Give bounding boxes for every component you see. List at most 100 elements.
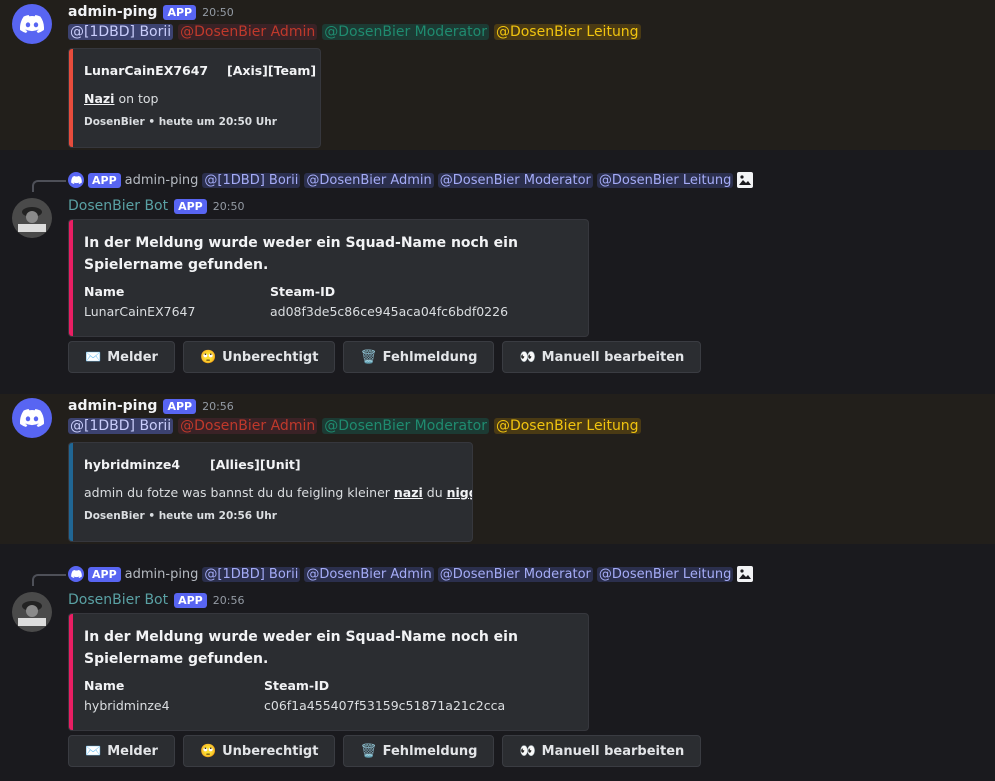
message-report-2: admin-ping APP 20:56 @[1DBD] Borii @Dose…: [0, 394, 995, 544]
embed-color-bar: [69, 49, 73, 147]
reply-mention-leitung: @DosenBier Leitung: [596, 566, 734, 582]
embed-title: In der Meldung wurde weder ein Squad-Nam…: [84, 235, 518, 273]
unberechtigt-button[interactable]: 🙄 Unberechtigt: [182, 735, 336, 767]
desc-mid: du: [422, 485, 447, 500]
app-badge: APP: [174, 198, 207, 214]
field-name-label: Name: [84, 678, 125, 693]
username[interactable]: DosenBier Bot: [68, 198, 168, 214]
field-steamid-label: Steam-ID: [264, 678, 330, 693]
app-badge: APP: [163, 4, 197, 20]
embed-color-bar: [69, 220, 73, 336]
trash-icon: 🗑️: [360, 349, 377, 365]
bot-avatar-icon: [12, 592, 52, 632]
button-label: Manuell bearbeiten: [541, 743, 685, 759]
bot-avatar-icon: [12, 198, 52, 238]
mention-admin[interactable]: @DosenBier Admin: [178, 24, 318, 40]
fehlmeldung-button[interactable]: 🗑️ Fehlmeldung: [343, 735, 495, 767]
bot-embed: In der Meldung wurde weder ein Squad-Nam…: [68, 613, 589, 731]
report-description: admin du fotze was bannst du du feigling…: [84, 485, 472, 500]
mention-borii[interactable]: @[1DBD] Borii: [68, 418, 174, 434]
eyes-icon: 👀: [519, 743, 536, 759]
reply-username: admin-ping: [124, 172, 199, 188]
reply-connector: [32, 574, 66, 586]
manuell-bearbeiten-button[interactable]: 👀 Manuell bearbeiten: [502, 735, 702, 767]
trash-icon: 🗑️: [360, 743, 377, 759]
reply-app-badge: APP: [88, 566, 121, 582]
discord-logo-icon: [20, 409, 44, 427]
username[interactable]: admin-ping: [68, 4, 157, 20]
desc-bold-2: nigger: [446, 485, 472, 500]
envelope-icon: ✉️: [85, 349, 102, 365]
action-buttons: ✉️ Melder 🙄 Unberechtigt 🗑️ Fehlmeldung 👀 Ma…: [68, 341, 702, 373]
timestamp[interactable]: 20:56: [213, 594, 245, 607]
username[interactable]: admin-ping: [68, 398, 157, 414]
discord-mini-icon: [68, 172, 84, 188]
embed-footer: DosenBier • heute um 20:50 Uhr: [84, 116, 277, 128]
reply-username: admin-ping: [124, 566, 199, 582]
mention-moderator[interactable]: @DosenBier Moderator: [322, 418, 489, 434]
message-header: admin-ping APP 20:56: [68, 398, 234, 414]
message-bot-1: APP admin-ping @[1DBD] Borii @DosenBier …: [0, 150, 995, 394]
timestamp[interactable]: 20:50: [202, 6, 234, 19]
reply-mention-moderator: @DosenBier Moderator: [437, 172, 593, 188]
mention-leitung[interactable]: @DosenBier Leitung: [493, 24, 641, 40]
manuell-bearbeiten-button[interactable]: 👀 Manuell bearbeiten: [502, 341, 702, 373]
embed-color-bar: [69, 614, 73, 730]
button-label: Fehlmeldung: [382, 743, 478, 759]
eye-roll-icon: 🙄: [199, 743, 217, 759]
app-badge: APP: [174, 592, 207, 608]
bot-avatar[interactable]: [12, 198, 52, 238]
melder-button[interactable]: ✉️ Melder: [68, 341, 175, 373]
mention-leitung[interactable]: @DosenBier Leitung: [493, 418, 641, 434]
discord-mini-icon: [68, 566, 84, 582]
mentions-row: @[1DBD] Borii @DosenBier Admin @DosenBie…: [68, 24, 641, 40]
melder-button[interactable]: ✉️ Melder: [68, 735, 175, 767]
mentions-row: @[1DBD] Borii @DosenBier Admin @DosenBie…: [68, 418, 641, 434]
reply-preview[interactable]: APP admin-ping @[1DBD] Borii @DosenBier …: [68, 172, 754, 188]
reply-connector: [32, 180, 66, 192]
reply-preview[interactable]: APP admin-ping @[1DBD] Borii @DosenBier …: [68, 566, 754, 582]
mention-moderator[interactable]: @DosenBier Moderator: [322, 24, 489, 40]
embed-title: In der Meldung wurde weder ein Squad-Nam…: [84, 629, 518, 667]
discord-avatar[interactable]: [12, 4, 52, 44]
eyes-icon: 👀: [519, 349, 536, 365]
reply-mention-leitung: @DosenBier Leitung: [596, 172, 734, 188]
desc-text: admin du fotze was bannst du du feigling…: [84, 485, 394, 500]
image-icon: [737, 566, 754, 582]
field-steamid-value: ad08f3de5c86ce945aca04fc6bdf0226: [270, 304, 509, 319]
message-header: DosenBier Bot APP 20:56: [68, 592, 244, 608]
message-bot-2: APP admin-ping @[1DBD] Borii @DosenBier …: [0, 544, 995, 781]
envelope-icon: ✉️: [85, 743, 102, 759]
image-icon: [737, 172, 754, 188]
fehlmeldung-button[interactable]: 🗑️ Fehlmeldung: [343, 341, 495, 373]
message-header: DosenBier Bot APP 20:50: [68, 198, 244, 214]
button-label: Fehlmeldung: [382, 349, 478, 365]
button-label: Manuell bearbeiten: [541, 349, 685, 365]
reply-mention-borii: @[1DBD] Borii: [202, 566, 301, 582]
field-name-value: LunarCainEX7647: [84, 304, 196, 319]
unberechtigt-button[interactable]: 🙄 Unberechtigt: [182, 341, 336, 373]
button-label: Unberechtigt: [222, 349, 319, 365]
app-badge: APP: [163, 398, 197, 414]
mention-admin[interactable]: @DosenBier Admin: [178, 418, 318, 434]
reported-player: hybridminze4: [84, 457, 181, 472]
report-description: Nazi on top: [84, 91, 158, 106]
field-name-value: hybridminze4: [84, 698, 170, 713]
action-buttons: ✉️ Melder 🙄 Unberechtigt 🗑️ Fehlmeldung 👀 Ma…: [68, 735, 702, 767]
bot-avatar[interactable]: [12, 592, 52, 632]
message-header: admin-ping APP 20:50: [68, 4, 234, 20]
reply-mention-admin: @DosenBier Admin: [304, 566, 434, 582]
field-steamid-value: c06f1a455407f53159c51871a21c2cca: [264, 698, 506, 713]
timestamp[interactable]: 20:50: [213, 200, 245, 213]
desc-rest: on top: [114, 91, 159, 106]
embed-footer: DosenBier • heute um 20:56 Uhr: [84, 510, 277, 522]
username[interactable]: DosenBier Bot: [68, 592, 168, 608]
timestamp[interactable]: 20:56: [202, 400, 234, 413]
mention-borii[interactable]: @[1DBD] Borii: [68, 24, 174, 40]
reported-team: [Allies][Unit]: [210, 457, 301, 472]
bot-embed: In der Meldung wurde weder ein Squad-Nam…: [68, 219, 589, 337]
eye-roll-icon: 🙄: [199, 349, 217, 365]
desc-bold: Nazi: [84, 91, 115, 106]
message-report-1: admin-ping APP 20:50 @[1DBD] Borii @Dose…: [0, 0, 995, 150]
discord-avatar[interactable]: [12, 398, 52, 438]
